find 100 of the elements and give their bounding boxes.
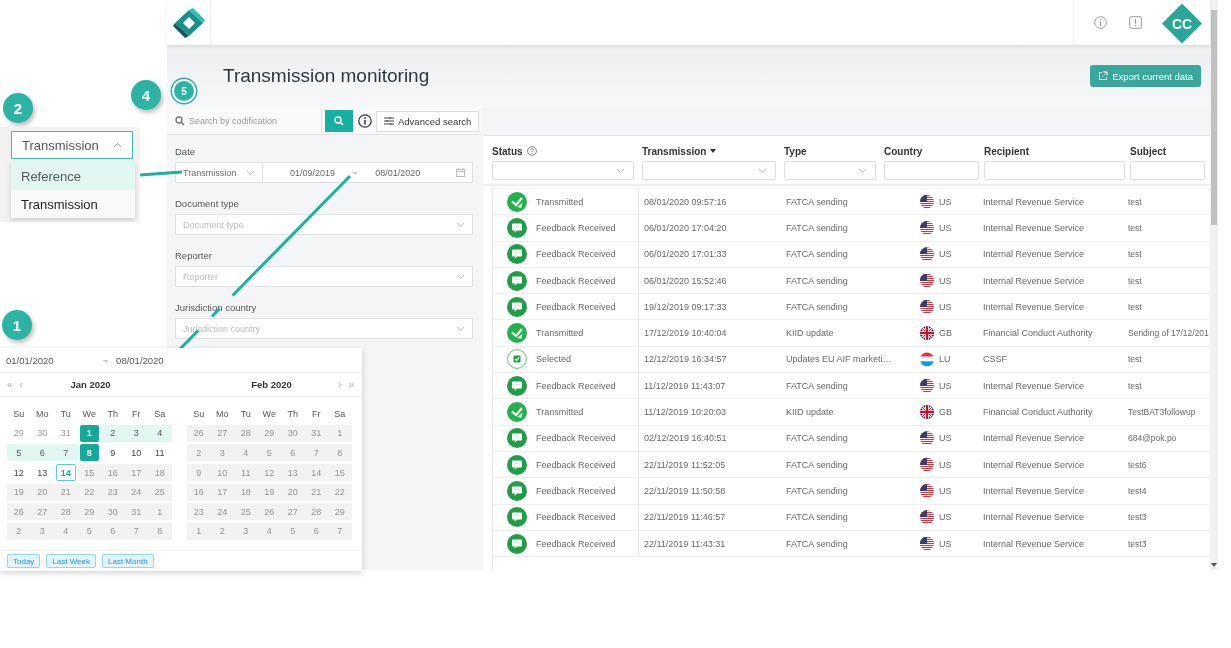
flag-icon [920, 457, 934, 472]
calendar-day[interactable]: 2 [101, 424, 125, 442]
table-cell-text: FATCA sending [785, 433, 849, 444]
scrollbar-thumb[interactable] [1211, 10, 1217, 225]
table-cell-text: FATCA sending [785, 249, 849, 260]
preset-button[interactable]: Today [7, 554, 41, 568]
weekday-label: Mo [35, 407, 50, 421]
help-icon[interactable] [526, 146, 537, 156]
filter-label: Jurisdiction country [175, 302, 257, 313]
export-button[interactable]: Export current data [1090, 65, 1201, 87]
chevron-down-icon [456, 273, 465, 280]
calendar-day[interactable]: 11 [148, 444, 172, 462]
column-header[interactable]: Status [492, 145, 523, 157]
table-cell-text: 06/01/2020 15:52:46 [643, 275, 728, 286]
calendar-day[interactable]: 9 [101, 444, 125, 462]
table-cell: GB [939, 328, 952, 339]
search-field[interactable]: Search by codification [189, 111, 314, 131]
chat-bubble-icon [507, 375, 527, 396]
calendar-day[interactable]: 14 [56, 464, 76, 482]
calendar-day[interactable]: 3 [124, 424, 148, 442]
flag-icon [920, 299, 934, 314]
weekday-label: We [261, 407, 277, 421]
table-cell-text: FATCA sending [785, 538, 849, 549]
info-icon[interactable] [358, 114, 372, 128]
calendar-day[interactable]: 10 [124, 444, 148, 462]
scroll-down-icon[interactable] [1211, 563, 1217, 567]
column-header[interactable]: Type [784, 145, 807, 157]
column-header[interactable]: Transmission [642, 145, 707, 157]
weekday-label: Th [286, 407, 299, 421]
table-cell-text: 22/11/2019 11:43:31 [643, 538, 727, 549]
preset-button[interactable]: Last Month [102, 554, 154, 568]
logo-icon[interactable] [171, 7, 206, 38]
table-cell-text: 22/11/2019 11:50:58 [643, 485, 727, 496]
sort-caret-icon[interactable] [710, 149, 717, 153]
column-filter-field[interactable] [984, 161, 1125, 180]
column-header[interactable]: Subject [1130, 145, 1167, 157]
calendar-day[interactable]: 6 [30, 444, 54, 462]
preset-button[interactable]: Last Week [46, 554, 96, 568]
status-text: Transmitted [536, 328, 584, 339]
search-button[interactable] [325, 110, 353, 132]
table-cell-text: FATCA sending [785, 301, 849, 312]
column-filter-field[interactable] [1130, 161, 1205, 180]
table-cell-text: test [1128, 222, 1143, 233]
table-cell-text: FATCA sending [785, 380, 849, 391]
column-header[interactable]: Country [884, 145, 923, 157]
calendar-day[interactable]: 8 [79, 444, 99, 462]
select-field[interactable]: Reporter [175, 266, 473, 287]
weekday-label: Tu [239, 407, 252, 421]
calendar-day[interactable]: 30 [30, 424, 54, 442]
calendar-day[interactable]: 13 [30, 464, 54, 482]
table-cell-text: test3 [1128, 538, 1148, 549]
chevron-up-icon [113, 142, 122, 148]
table-cell: US [939, 222, 952, 233]
advanced-search-button[interactable]: Advanced search [376, 110, 480, 132]
scrollbar[interactable] [1210, 0, 1218, 570]
calendar-day[interactable]: 5 [7, 444, 31, 462]
user-avatar[interactable]: CC [1162, 3, 1202, 44]
column-header[interactable]: Recipient [984, 145, 1029, 157]
table-cell: US [939, 512, 952, 523]
nav-arrow[interactable]: » [348, 379, 354, 390]
chat-bubble-icon [507, 296, 527, 317]
step-badge: 1 [2, 310, 32, 340]
calendar-day[interactable]: 29 [7, 424, 31, 442]
status-text: Feedback Received [536, 301, 616, 312]
calendar-day[interactable]: 12 [7, 464, 31, 482]
table-cell-text: Internal Revenue Service [983, 459, 1086, 470]
column-filter-select[interactable] [492, 161, 634, 180]
range-separator: ~ [102, 354, 109, 366]
column-filter-field[interactable] [884, 161, 979, 180]
table-cell-text: FATCA sending [785, 222, 849, 233]
checkbox-circle-icon [507, 349, 527, 370]
table-cell: GB [939, 407, 952, 417]
nav-arrow[interactable]: « [7, 379, 13, 390]
chat-bubble-icon [507, 533, 527, 554]
table-cell-text: 11/12/2019 11:43:07 [643, 380, 727, 391]
nav-arrow[interactable]: ‹ [19, 379, 23, 390]
flag-icon [920, 352, 934, 367]
select-field[interactable]: Jurisdiction country [175, 318, 473, 339]
alert-icon[interactable] [1129, 16, 1142, 29]
nav-arrow[interactable]: › [338, 379, 342, 390]
table-cell-text: Internal Revenue Service [983, 249, 1086, 260]
status-text: Feedback Received [536, 222, 616, 233]
select-field[interactable]: Document type [175, 214, 473, 235]
column-filter-select[interactable] [642, 161, 776, 180]
table-cell-text: test [1128, 196, 1143, 207]
date-type-select[interactable]: Transmission [176, 163, 263, 182]
date-range-field[interactable]: Transmission 01/09/2019 ~ 08/01/2020 [175, 162, 473, 183]
table-cell: US [939, 459, 952, 470]
month-title: Feb 2020 [251, 379, 292, 390]
search-bar[interactable]: Search by codification Advanced search [167, 108, 481, 135]
dropdown-option[interactable]: Transmission [11, 190, 135, 218]
type-select[interactable]: Transmission [11, 131, 133, 159]
dropdown-option[interactable]: Reference [11, 162, 135, 190]
chevron-down-icon [456, 325, 465, 332]
column-filter-select[interactable] [784, 161, 876, 180]
calendar-day[interactable]: 7 [54, 444, 78, 462]
calendar-day[interactable]: 4 [148, 424, 172, 442]
calendar-day[interactable]: 1 [79, 424, 99, 442]
table-cell-text: FATCA sending [785, 275, 849, 286]
calendar-day[interactable]: 31 [54, 424, 78, 442]
